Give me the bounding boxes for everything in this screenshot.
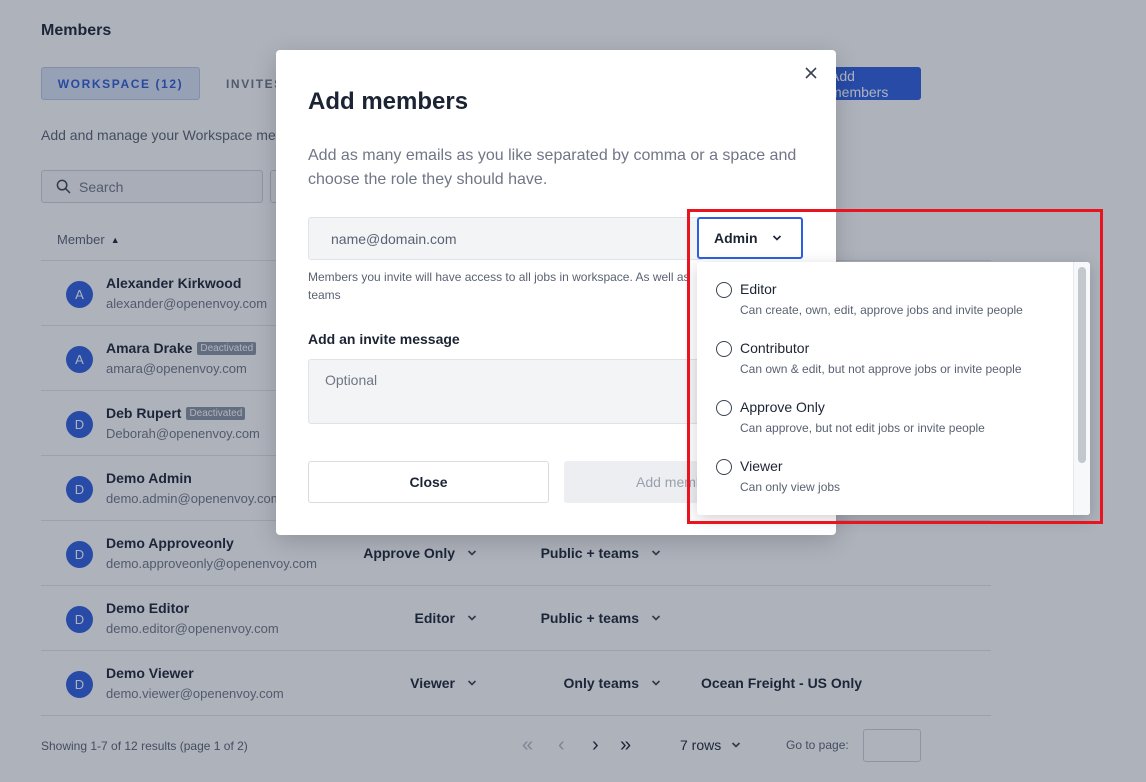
role-option-label: Contributor [740, 340, 810, 356]
role-option-label: Viewer [740, 458, 783, 474]
role-option-description: Can only view jobs [740, 480, 841, 494]
close-button[interactable]: Close [308, 461, 549, 503]
chevron-down-icon [772, 235, 781, 241]
invite-message-input[interactable] [308, 359, 704, 424]
radio-button[interactable] [716, 282, 732, 298]
invite-access-note: Members you invite will have access to a… [308, 270, 690, 302]
role-select-value: Admin [714, 230, 758, 246]
role-dropdown-menu: Editor Can create, own, edit, approve job… [697, 262, 1090, 515]
email-input[interactable] [308, 217, 704, 260]
role-select[interactable]: Admin [697, 217, 803, 259]
modal-title: Add members [308, 88, 469, 115]
close-icon [805, 67, 817, 79]
role-option-viewer[interactable]: Viewer Can only view jobs [697, 439, 1077, 498]
radio-button[interactable] [716, 459, 732, 475]
radio-button[interactable] [716, 341, 732, 357]
modal-description: Add as many emails as you like separated… [308, 147, 797, 188]
role-option-description: Can create, own, edit, approve jobs and … [740, 303, 1023, 317]
dropdown-scrollbar[interactable] [1073, 262, 1090, 515]
role-option-approve-only[interactable]: Approve Only Can approve, but not edit jo… [697, 380, 1077, 439]
role-option-editor[interactable]: Editor Can create, own, edit, approve job… [697, 262, 1077, 321]
role-option-label: Editor [740, 281, 777, 297]
add-members-submit-button[interactable]: Add members [564, 461, 704, 503]
role-option-label: Approve Only [740, 399, 825, 415]
invite-message-label: Add an invite message [308, 331, 460, 347]
radio-button[interactable] [716, 400, 732, 416]
modal-close-button[interactable] [802, 64, 820, 82]
role-option-contributor[interactable]: Contributor Can own & edit, but not appro… [697, 321, 1077, 380]
role-option-description: Can own & edit, but not approve jobs or … [740, 362, 1022, 376]
dropdown-scrollbar-thumb[interactable] [1078, 267, 1086, 463]
role-option-description: Can approve, but not edit jobs or invite… [740, 421, 985, 435]
